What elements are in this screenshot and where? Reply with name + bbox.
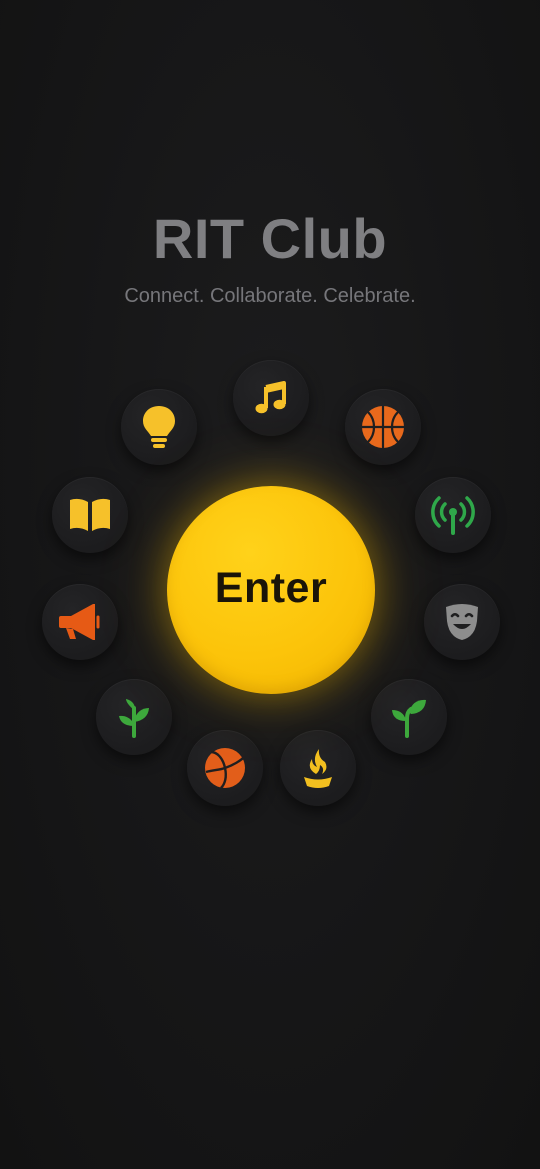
- app-tagline: Connect. Collaborate. Celebrate.: [124, 285, 416, 307]
- megaphone-icon: [59, 604, 100, 640]
- open-book-icon: [70, 498, 110, 531]
- volleyball-club-button[interactable]: [187, 730, 263, 806]
- seedling-icon: [119, 699, 149, 738]
- ideas-club-button[interactable]: [121, 389, 197, 465]
- book-club-button[interactable]: [52, 477, 128, 553]
- radio-club-button[interactable]: [415, 477, 491, 553]
- enter-button[interactable]: Enter: [167, 486, 375, 694]
- music-note-icon: [255, 381, 286, 414]
- drama-club-button[interactable]: [424, 584, 500, 660]
- spirit-club-button[interactable]: [280, 730, 356, 806]
- volleyball-icon: [205, 748, 245, 789]
- theater-mask-icon: [446, 604, 478, 640]
- garden-club-button[interactable]: [371, 679, 447, 755]
- broadcast-antenna-icon: [431, 496, 475, 535]
- announcements-button[interactable]: [42, 584, 118, 660]
- lightbulb-icon: [143, 406, 175, 448]
- music-club-button[interactable]: [233, 360, 309, 436]
- basketball-icon: [362, 406, 404, 448]
- environment-club-button[interactable]: [96, 679, 172, 755]
- sprout-icon: [392, 699, 426, 738]
- basketball-club-button[interactable]: [345, 389, 421, 465]
- app-title: RIT Club: [152, 207, 388, 270]
- torch-flame-icon: [304, 749, 332, 788]
- enter-button-label: Enter: [214, 563, 328, 612]
